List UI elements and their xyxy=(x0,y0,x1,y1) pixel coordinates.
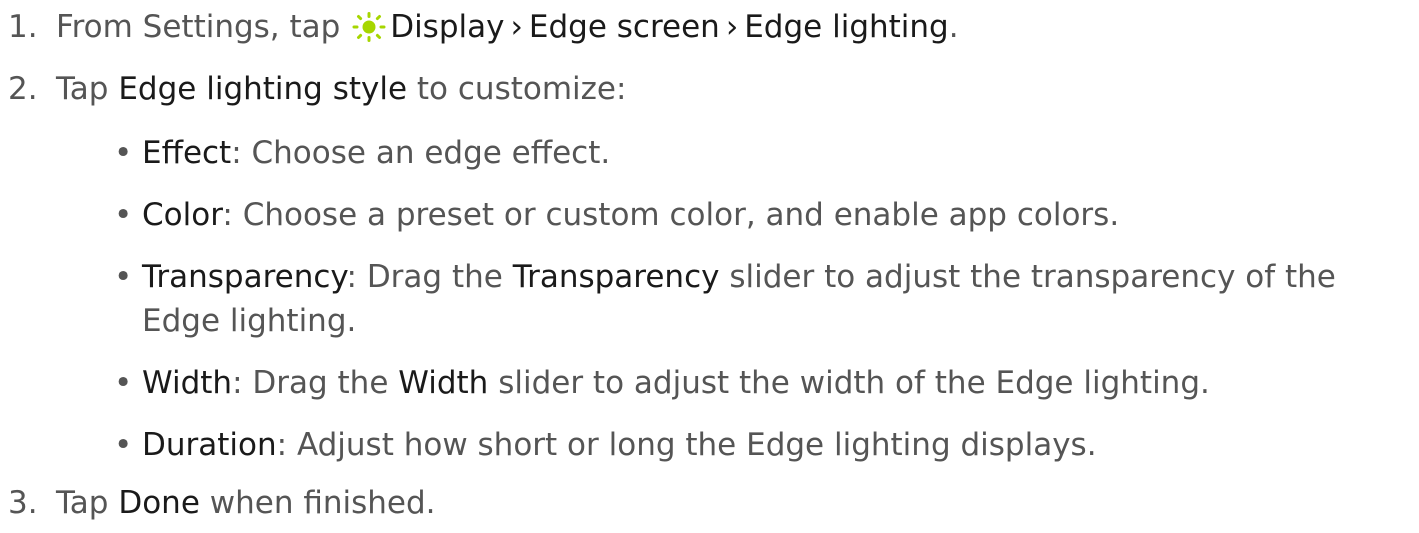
option-description: : Choose an edge effect. xyxy=(231,135,611,171)
bullet: • xyxy=(114,427,133,463)
instructions-document: 1. From Settings, tap Display › Edge scree… xyxy=(0,0,1419,533)
path-edge-lighting: Edge lighting xyxy=(744,9,949,45)
step-number: 3. xyxy=(8,485,38,521)
step-text: Tap Edge lighting style to customize: xyxy=(56,70,626,108)
path-separator: › xyxy=(510,9,523,45)
bullet: • xyxy=(114,135,133,171)
option-description: : Choose a preset or custom color, and e… xyxy=(222,197,1120,233)
step-text: Tap Done when finished. xyxy=(56,484,436,522)
option-description: : Adjust how short or long the Edge ligh… xyxy=(276,427,1097,463)
option-text: Transparency: Drag the Transparency slid… xyxy=(142,258,1336,296)
option-text: Width: Drag the Width slider to adjust t… xyxy=(142,364,1210,402)
step-intro: From Settings, tap xyxy=(56,9,341,45)
path-display: Display xyxy=(390,9,505,45)
step-text: From Settings, tap Display › Edge screen › E… xyxy=(56,8,959,46)
bullet: • xyxy=(114,197,133,233)
step-number: 2. xyxy=(8,71,38,107)
term-width: Width xyxy=(142,365,233,401)
bullet: • xyxy=(114,259,133,295)
step-pre: Tap xyxy=(56,71,109,107)
option-description: : Drag the xyxy=(346,259,503,295)
step-number: 1. xyxy=(8,9,38,45)
option-description: : Drag the xyxy=(232,365,389,401)
path-separator: › xyxy=(725,9,739,45)
term-width-slider: Width xyxy=(398,365,489,401)
term-transparency: Transparency xyxy=(142,259,347,295)
step-post: when finished. xyxy=(209,485,436,521)
option-text: Effect: Choose an edge effect. xyxy=(142,134,610,172)
option-text: Duration: Adjust how short or long the E… xyxy=(142,426,1097,464)
term-color: Color xyxy=(142,197,223,233)
display-sun-icon xyxy=(352,12,386,42)
path-edge-screen: Edge screen xyxy=(528,9,720,45)
term-effect: Effect xyxy=(142,135,232,171)
option-text: Color: Choose a preset or custom color, … xyxy=(142,196,1119,234)
term-transparency-slider: Transparency xyxy=(512,259,720,295)
step-post: to customize: xyxy=(416,71,627,107)
term-duration: Duration xyxy=(142,427,277,463)
step-end: . xyxy=(948,9,959,45)
step-pre: Tap xyxy=(56,485,109,521)
option-description: slider to adjust the transparency of the xyxy=(729,259,1336,295)
term-edge-lighting-style: Edge lighting style xyxy=(118,71,408,107)
option-description: slider to adjust the width of the Edge l… xyxy=(498,365,1210,401)
bullet: • xyxy=(114,365,133,401)
option-continuation: Edge lighting. xyxy=(142,303,357,339)
term-done: Done xyxy=(118,485,200,521)
